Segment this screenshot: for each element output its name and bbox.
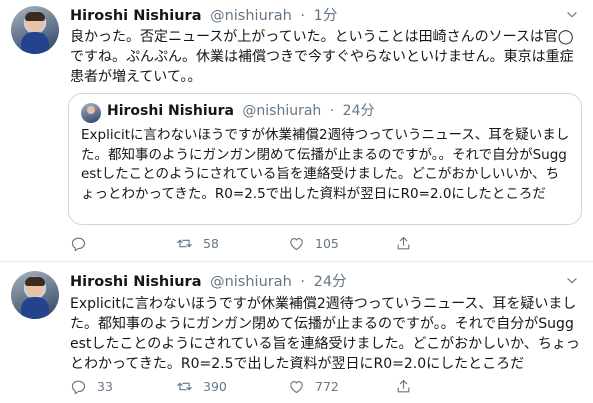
share-icon	[397, 236, 410, 249]
quoted-tweet-header: Hiroshi Nishiura @nishiurah · 24分	[107, 101, 375, 121]
reply-count: 33	[97, 378, 113, 394]
timestamp[interactable]: 1分	[314, 8, 338, 24]
share-button[interactable]	[395, 376, 422, 396]
retweet-count: 390	[203, 378, 227, 394]
heart-icon	[290, 380, 303, 393]
tweet-actions: 33 390 772	[70, 376, 580, 396]
retweet-button[interactable]: 58	[176, 233, 219, 253]
quoted-tweet-text: Explicitに言わないほうですが休業補償2週待つっていうニュース、耳を疑いま…	[81, 127, 570, 202]
share-button[interactable]	[395, 233, 422, 253]
quoted-tweet[interactable]: Hiroshi Nishiura @nishiurah · 24分 Explic…	[68, 93, 582, 225]
heart-icon	[290, 237, 303, 250]
avatar[interactable]	[11, 6, 59, 54]
author-handle: @nishiurah	[242, 103, 322, 119]
reply-button[interactable]	[70, 233, 97, 253]
tweet-header: Hiroshi Nishiura @nishiurah · 1分	[70, 6, 337, 26]
avatar	[81, 103, 101, 123]
retweet-count: 58	[203, 235, 219, 251]
reply-button[interactable]: 33	[70, 376, 113, 396]
author-name[interactable]: Hiroshi Nishiura	[70, 8, 201, 24]
author-handle[interactable]: @nishiurah	[210, 274, 292, 290]
tweet-text: Explicitに言わないほうですが休業補償2週待つっていうニュース、耳を疑いま…	[70, 296, 580, 372]
reply-icon	[71, 380, 86, 394]
like-button[interactable]: 772	[288, 376, 339, 396]
chevron-down-icon[interactable]	[565, 8, 579, 22]
chevron-down-icon[interactable]	[565, 274, 579, 288]
author-name[interactable]: Hiroshi Nishiura	[70, 274, 201, 290]
separator-dot: ·	[300, 8, 306, 24]
tweet[interactable]: Hiroshi Nishiura @nishiurah · 1分 良かった。否定…	[0, 0, 593, 262]
retweet-icon	[177, 382, 192, 390]
tweet-actions: 58 105	[70, 233, 580, 253]
separator-dot: ·	[300, 274, 306, 290]
avatar[interactable]	[11, 271, 59, 319]
author-handle[interactable]: @nishiurah	[210, 8, 292, 24]
retweet-icon	[177, 239, 192, 247]
like-button[interactable]: 105	[288, 233, 339, 253]
like-count: 772	[315, 378, 339, 394]
separator-dot: ·	[329, 103, 335, 119]
timestamp: 24分	[342, 103, 375, 119]
tweet[interactable]: Hiroshi Nishiura @nishiurah · 24分 Explic…	[0, 262, 593, 403]
reply-icon	[71, 237, 86, 251]
author-name: Hiroshi Nishiura	[107, 103, 234, 119]
timestamp[interactable]: 24分	[314, 274, 347, 290]
tweet-text: 良かった。否定ニュースが上がっていた。ということは田崎さんのソースは官◯ですね。…	[70, 29, 574, 85]
retweet-button[interactable]: 390	[176, 376, 227, 396]
like-count: 105	[315, 235, 339, 251]
share-icon	[397, 379, 410, 392]
tweet-header: Hiroshi Nishiura @nishiurah · 24分	[70, 272, 347, 292]
